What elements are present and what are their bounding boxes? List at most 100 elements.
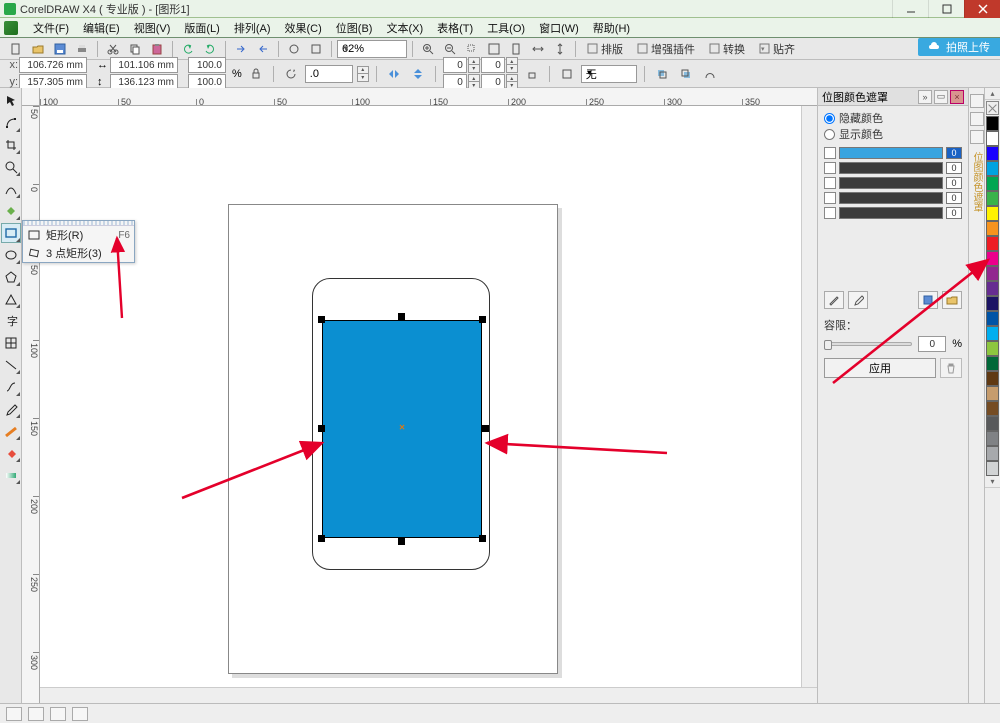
print-icon[interactable] bbox=[72, 40, 92, 58]
docker-menu-button[interactable]: ▭ bbox=[934, 90, 948, 104]
vertical-scrollbar[interactable] bbox=[801, 106, 817, 687]
palette-swatch[interactable] bbox=[986, 116, 999, 131]
zoom-all-icon[interactable] bbox=[484, 40, 504, 58]
interactive-fill-tool[interactable] bbox=[1, 465, 21, 485]
page-prev-button[interactable] bbox=[28, 707, 44, 721]
mask-checkbox[interactable] bbox=[824, 192, 836, 204]
sel-handle[interactable] bbox=[318, 535, 325, 542]
ellipse-tool[interactable] bbox=[1, 245, 21, 265]
edit-color-button[interactable] bbox=[824, 291, 844, 309]
copy-icon[interactable] bbox=[125, 40, 145, 58]
palette-swatch[interactable] bbox=[986, 416, 999, 431]
zoom-out-icon[interactable] bbox=[440, 40, 460, 58]
palette-down-icon[interactable]: ▾ bbox=[985, 476, 1000, 488]
palette-swatch[interactable] bbox=[986, 311, 999, 326]
sel-handle[interactable] bbox=[318, 425, 325, 432]
palette-swatch[interactable] bbox=[986, 296, 999, 311]
promo-banner[interactable]: 拍照上传 bbox=[918, 38, 1000, 56]
mask-row[interactable]: 0 bbox=[824, 176, 962, 190]
basic-shapes-tool[interactable] bbox=[1, 289, 21, 309]
crop-tool[interactable] bbox=[1, 135, 21, 155]
no-color-swatch[interactable] bbox=[986, 101, 999, 115]
menu-help[interactable]: 帮助(H) bbox=[586, 19, 637, 37]
export-icon[interactable] bbox=[253, 40, 273, 58]
open-mask-button[interactable] bbox=[942, 291, 962, 309]
menu-arrange[interactable]: 排列(A) bbox=[227, 19, 278, 37]
mask-row[interactable]: 0 bbox=[824, 146, 962, 160]
flyout-3point-rectangle[interactable]: 3 点矩形(3) bbox=[23, 244, 134, 262]
freehand-tool[interactable] bbox=[1, 179, 21, 199]
convert-button[interactable]: 转换 bbox=[703, 40, 751, 58]
interactive-tool[interactable] bbox=[1, 377, 21, 397]
mask-swatch[interactable] bbox=[839, 192, 943, 204]
wrap-select[interactable]: 无▼ bbox=[581, 65, 637, 83]
zoom-in-icon[interactable] bbox=[418, 40, 438, 58]
palette-swatch[interactable] bbox=[986, 191, 999, 206]
docker-collapse-button[interactable]: » bbox=[918, 90, 932, 104]
zoom-width-icon[interactable] bbox=[528, 40, 548, 58]
new-icon[interactable] bbox=[6, 40, 26, 58]
mask-swatch[interactable] bbox=[839, 207, 943, 219]
fill-tool[interactable] bbox=[1, 443, 21, 463]
snap-button[interactable]: 贴齐▾ bbox=[753, 40, 801, 58]
save-mask-button[interactable] bbox=[918, 291, 938, 309]
angle-spinner[interactable]: ▴▾ bbox=[357, 66, 369, 82]
flyout-rectangle[interactable]: 矩形(R) F6 bbox=[23, 226, 134, 244]
lock-ratio-icon[interactable] bbox=[246, 65, 266, 83]
ruler-vertical[interactable]: 50050100150200250300350 bbox=[22, 106, 40, 703]
text-wrap-icon[interactable] bbox=[557, 65, 577, 83]
menu-window[interactable]: 窗口(W) bbox=[532, 19, 586, 37]
palette-swatch[interactable] bbox=[986, 461, 999, 476]
sel-handle[interactable] bbox=[479, 535, 486, 542]
minimize-button[interactable] bbox=[892, 0, 928, 18]
corner-tl-input[interactable]: 0 bbox=[443, 57, 467, 73]
open-icon[interactable] bbox=[28, 40, 48, 58]
palette-swatch[interactable] bbox=[986, 131, 999, 146]
palette-swatch[interactable] bbox=[986, 146, 999, 161]
tolerance-input[interactable]: 0 bbox=[918, 336, 946, 352]
side-button-1[interactable] bbox=[970, 94, 984, 108]
menu-bitmap[interactable]: 位图(B) bbox=[329, 19, 380, 37]
menu-text[interactable]: 文本(X) bbox=[379, 19, 430, 37]
menu-tools[interactable]: 工具(O) bbox=[480, 19, 532, 37]
palette-swatch[interactable] bbox=[986, 386, 999, 401]
rotate-icon[interactable] bbox=[281, 65, 301, 83]
eyedropper-button[interactable] bbox=[848, 291, 868, 309]
palette-swatch[interactable] bbox=[986, 221, 999, 236]
palette-swatch[interactable] bbox=[986, 401, 999, 416]
scale-x-input[interactable]: 100.0 bbox=[188, 57, 226, 73]
radio-show-colors[interactable]: 显示颜色 bbox=[824, 126, 962, 142]
launch-icon[interactable] bbox=[284, 40, 304, 58]
docker-close-button[interactable]: × bbox=[950, 90, 964, 104]
cut-icon[interactable] bbox=[103, 40, 123, 58]
ruler-origin[interactable] bbox=[22, 88, 40, 106]
enhance-plugin-button[interactable]: 增强插件 bbox=[631, 40, 701, 58]
sel-handle[interactable] bbox=[398, 313, 405, 320]
page-next-button[interactable] bbox=[50, 707, 66, 721]
rectangle-tool[interactable] bbox=[1, 223, 21, 243]
redo-icon[interactable] bbox=[200, 40, 220, 58]
side-button-3[interactable] bbox=[970, 130, 984, 144]
welcome-icon[interactable] bbox=[306, 40, 326, 58]
remove-mask-button[interactable] bbox=[940, 358, 962, 378]
save-icon[interactable] bbox=[50, 40, 70, 58]
corner-tr-spin[interactable]: ▴▾ bbox=[506, 57, 518, 73]
palette-swatch[interactable] bbox=[986, 281, 999, 296]
outline-tool[interactable] bbox=[1, 421, 21, 441]
zoom-tool[interactable] bbox=[1, 157, 21, 177]
sel-handle[interactable] bbox=[398, 538, 405, 545]
smart-fill-tool[interactable] bbox=[1, 201, 21, 221]
corner-lock-icon[interactable] bbox=[522, 65, 542, 83]
mask-row[interactable]: 0 bbox=[824, 161, 962, 175]
shape-tool[interactable] bbox=[1, 113, 21, 133]
zoom-height-icon[interactable] bbox=[550, 40, 570, 58]
corner-tl-spin[interactable]: ▴▾ bbox=[468, 57, 480, 73]
table-tool[interactable] bbox=[1, 333, 21, 353]
palette-swatch[interactable] bbox=[986, 446, 999, 461]
page-first-button[interactable] bbox=[6, 707, 22, 721]
sel-handle[interactable] bbox=[482, 425, 489, 432]
mirror-h-icon[interactable] bbox=[384, 65, 404, 83]
ruler-horizontal[interactable]: 10050050100150200250300350 bbox=[40, 88, 817, 106]
tolerance-slider[interactable] bbox=[824, 342, 912, 346]
close-button[interactable] bbox=[964, 0, 1000, 18]
